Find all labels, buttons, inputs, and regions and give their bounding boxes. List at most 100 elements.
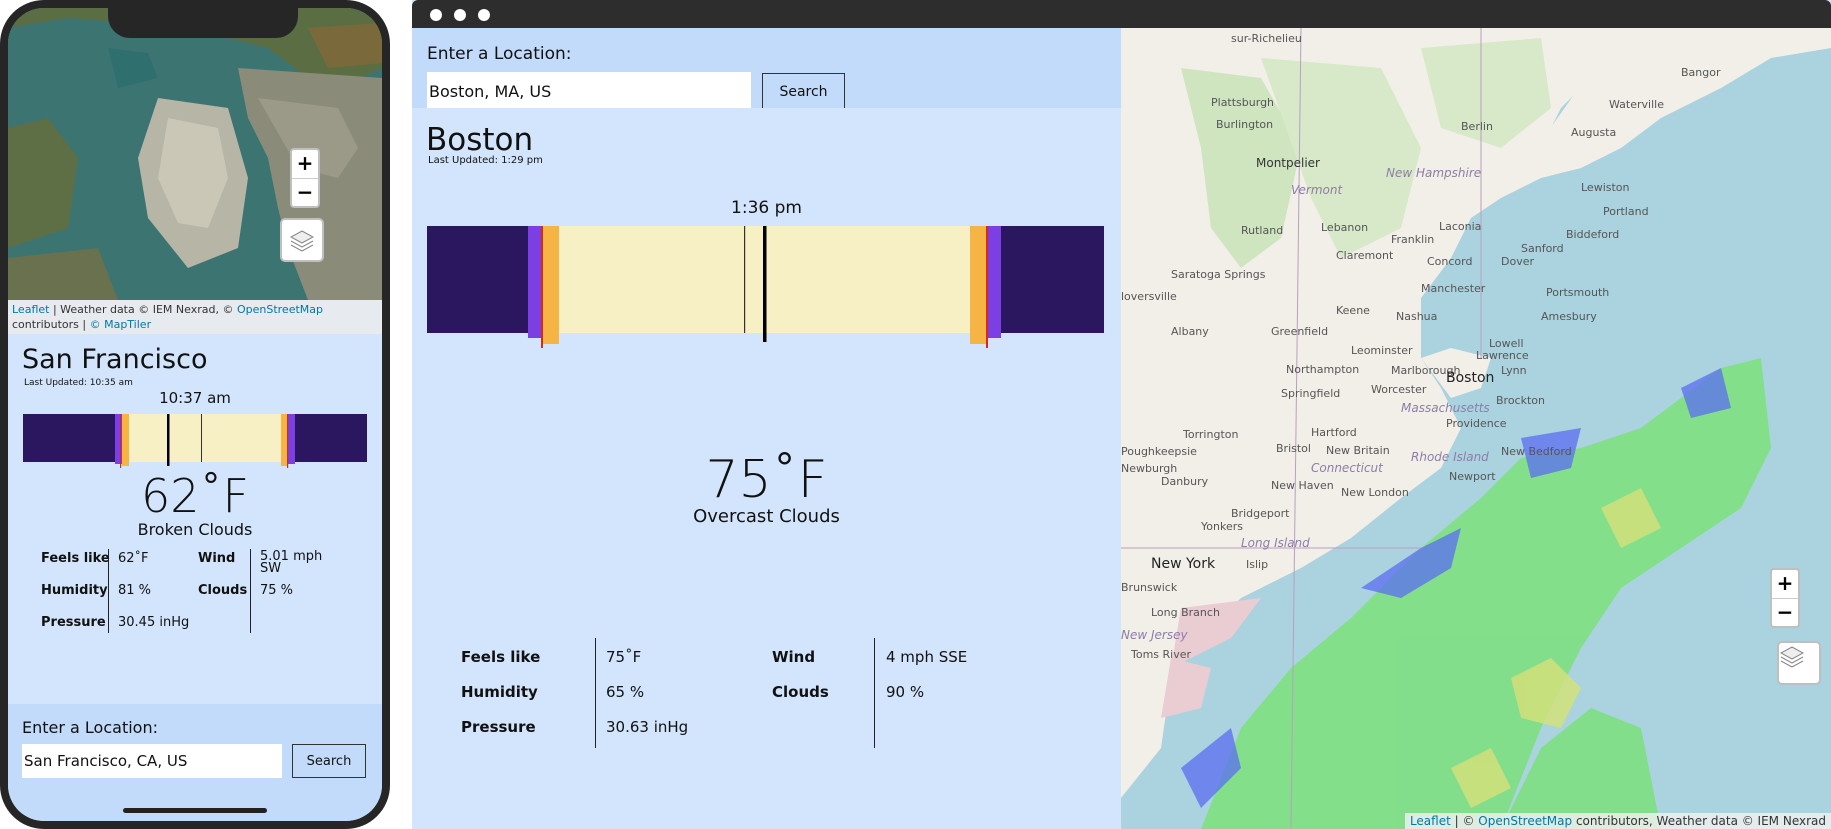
current-time: 10:37 am [159, 389, 231, 407]
map-place-label: Massachusetts [1401, 401, 1490, 415]
map-place-label: Berlin [1461, 120, 1493, 133]
desktop-map-attribution: Leaflet | © OpenStreetMap contributors, … [1404, 813, 1831, 829]
last-updated: Last Updated: 10:35 am [24, 378, 133, 388]
phone-frame: + − Leaflet | Weather data © IEM Nexrad,… [0, 0, 390, 829]
search-button[interactable]: Search [762, 73, 845, 111]
attribution-text: | © [1450, 814, 1479, 828]
map-place-label: New London [1341, 486, 1409, 499]
location-input[interactable] [22, 744, 282, 778]
map-place-label: New Hampshire [1386, 166, 1482, 180]
phone-map-attribution: Leaflet | Weather data © IEM Nexrad, © O… [8, 300, 382, 334]
map-place-label: Manchester [1421, 282, 1486, 295]
city-name: Boston [426, 122, 534, 158]
window-maximize-button[interactable] [478, 9, 490, 21]
osm-link[interactable]: OpenStreetMap [1478, 814, 1572, 828]
daylight-bar [427, 226, 1104, 348]
phone-screen: + − Leaflet | Weather data © IEM Nexrad,… [8, 8, 382, 821]
feels-like-label: Feels like [41, 551, 110, 566]
map-place-label: Brockton [1496, 394, 1545, 407]
map-place-label: Hartford [1311, 426, 1357, 439]
map-place-label: Connecticut [1311, 461, 1383, 475]
map-place-label: Islip [1246, 558, 1269, 571]
map-place-label: Brunswick [1121, 581, 1178, 594]
clouds-value: 75 % [260, 583, 294, 598]
zoom-in-button[interactable]: + [1772, 570, 1798, 598]
clouds-label: Clouds [198, 583, 248, 598]
map-place-label: Keene [1336, 304, 1370, 317]
map-place-label: Sanford [1521, 242, 1564, 255]
feels-like-value: 75˚F [606, 648, 642, 666]
home-indicator[interactable] [123, 808, 267, 813]
layers-icon [289, 230, 315, 252]
temperature: 75˚F [705, 450, 828, 510]
window-minimize-button[interactable] [454, 9, 466, 21]
phone-satellite-map[interactable]: + − [8, 8, 382, 300]
window-close-button[interactable] [430, 9, 442, 21]
map-place-label: New Haven [1271, 479, 1334, 492]
map-place-label: Concord [1427, 255, 1473, 268]
desktop-map-zoom-control: + − [1770, 568, 1800, 628]
search-button[interactable]: Search [292, 744, 366, 778]
phone-notch [108, 8, 298, 38]
zoom-out-button[interactable]: − [292, 178, 318, 206]
humidity-value: 81 % [118, 583, 152, 598]
map-place-label: Amesbury [1541, 310, 1597, 323]
phone-search-panel: Enter a Location: Search [8, 704, 382, 821]
divider [874, 638, 875, 748]
humidity-value: 65 % [606, 683, 645, 701]
map-place-label: Poughkeepsie [1121, 445, 1197, 458]
map-place-label: Rhode Island [1411, 450, 1489, 464]
current-time: 1:36 pm [731, 198, 802, 218]
temperature: 62˚F [141, 469, 249, 523]
map-place-label: Boston [1446, 370, 1495, 386]
layers-button[interactable] [1777, 641, 1821, 685]
condition: Overcast Clouds [693, 506, 840, 527]
map-place-label: Augusta [1571, 126, 1617, 139]
map-place-label: Lynn [1501, 364, 1527, 377]
attribution-text: | Weather data © IEM Nexrad, © [49, 303, 237, 316]
map-place-label: Springfield [1281, 387, 1341, 400]
pressure-value: 30.63 inHg [606, 718, 689, 736]
clouds-label: Clouds [772, 683, 829, 701]
map-place-label: Northampton [1286, 363, 1360, 376]
feels-like-label: Feels like [461, 648, 541, 666]
map-place-label: Saratoga Springs [1171, 268, 1266, 281]
map-place-label: Worcester [1371, 383, 1427, 396]
map-place-label: New York [1151, 556, 1216, 572]
map-place-label: New Britain [1326, 444, 1390, 457]
zoom-in-button[interactable]: + [292, 150, 318, 178]
maptiler-link[interactable]: © MapTiler [90, 318, 152, 331]
map-place-label: Biddeford [1566, 228, 1620, 241]
wind-label: Wind [198, 551, 236, 566]
map-place-label: sur-Richelieu [1231, 32, 1302, 45]
divider [108, 549, 109, 633]
map-place-label: Bangor [1681, 66, 1721, 79]
map-place-label: Laconia [1439, 220, 1482, 233]
desktop-radar-map[interactable]: sur-Richelieu Bangor Plattsburgh Waterville… [1121, 28, 1831, 829]
map-place-label: Newburgh [1121, 462, 1178, 475]
location-input[interactable] [427, 72, 751, 110]
map-place-label: Franklin [1391, 233, 1435, 246]
map-place-label: Montpelier [1256, 156, 1320, 170]
desktop-window: Enter a Location: Search Boston Last Upd… [412, 0, 1831, 829]
phone-weather-panel: San Francisco Last Updated: 10:35 am 10:… [8, 334, 382, 704]
leaflet-link[interactable]: Leaflet [12, 303, 49, 316]
map-place-label: Rutland [1241, 224, 1284, 237]
map-place-label: Vermont [1291, 183, 1343, 197]
osm-link[interactable]: OpenStreetMap [237, 303, 323, 316]
humidity-label: Humidity [41, 583, 108, 598]
wind-value: 5.01 mph SW [260, 550, 322, 576]
wind-direction: SW [260, 561, 282, 576]
clouds-value: 90 % [886, 683, 925, 701]
map-place-label: Danbury [1161, 475, 1209, 488]
map-place-label: Albany [1171, 325, 1209, 338]
map-place-label: Yonkers [1201, 520, 1243, 533]
map-place-label: Portland [1603, 205, 1649, 218]
layers-button[interactable] [280, 218, 324, 262]
leaflet-link[interactable]: Leaflet [1410, 814, 1451, 828]
desktop-search-panel: Enter a Location: Search [412, 28, 1121, 111]
zoom-out-button[interactable]: − [1772, 598, 1798, 626]
pressure-value: 30.45 inHg [118, 615, 190, 630]
desktop-weather-panel: Boston Last Updated: 1:29 pm 1:36 pm 75˚… [412, 108, 1121, 829]
wind-label: Wind [772, 648, 816, 666]
